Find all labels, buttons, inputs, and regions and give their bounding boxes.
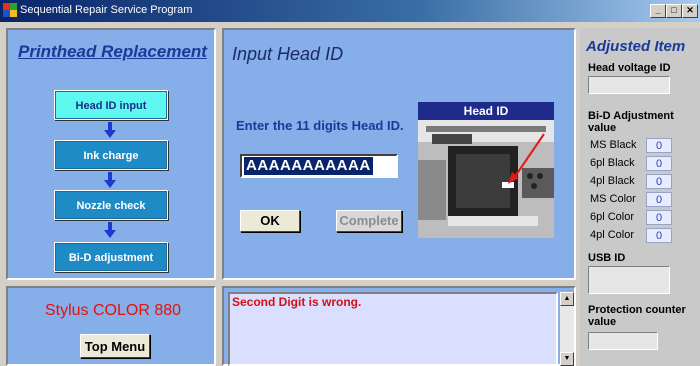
step-bi-d-adjustment: Bi-D adjustment <box>54 242 168 272</box>
procedure-panel: Printhead Replacement Head ID input Ink … <box>6 28 216 280</box>
window-title: Sequential Repair Service Program <box>20 4 193 16</box>
adjusted-item-heading: Adjusted Item <box>586 38 686 55</box>
step-ink-charge: Ink charge <box>54 140 168 170</box>
protection-counter-field <box>588 332 658 350</box>
scroll-down-icon[interactable]: ▼ <box>560 352 574 366</box>
down-arrow-icon <box>104 222 116 238</box>
procedure-heading: Printhead Replacement <box>18 42 207 61</box>
head-id-photo: Head ID <box>418 102 554 238</box>
down-arrow-icon <box>104 172 116 188</box>
down-arrow-icon <box>104 122 116 138</box>
head-voltage-field <box>588 76 670 94</box>
adjusted-item-panel: Adjusted Item Head voltage ID Bi-D Adjus… <box>580 28 700 366</box>
message-panel: Second Digit is wrong. ▲ ▼ <box>222 286 576 366</box>
close-button[interactable]: ✕ <box>682 4 698 18</box>
bi-d-row-4pl-black: 4pl Black 0 <box>590 174 694 190</box>
step-nozzle-check: Nozzle check <box>54 190 168 220</box>
error-message: Second Digit is wrong. <box>232 295 362 309</box>
input-heading: Input Head ID <box>232 44 344 64</box>
printer-model: Stylus COLOR 880 <box>44 302 182 319</box>
app-icon <box>3 3 17 17</box>
usb-id-label: USB ID <box>588 252 626 264</box>
bi-d-row-6pl-black: 6pl Black 0 <box>590 156 694 172</box>
model-panel: Stylus COLOR 880 Top Menu <box>6 286 216 366</box>
bi-d-adjustment-label: Bi-D Adjustment value <box>588 110 674 134</box>
head-id-value: AAAAAAAAAAA <box>244 157 373 175</box>
protection-counter-label: Protection counter value <box>588 304 686 328</box>
input-panel: Input Head ID Enter the 11 digits Head I… <box>222 28 576 280</box>
complete-button[interactable]: Complete <box>336 210 402 232</box>
top-menu-button[interactable]: Top Menu <box>80 334 150 358</box>
bi-d-row-ms-color: MS Color 0 <box>590 192 694 208</box>
title-bar: Sequential Repair Service Program _ □ ✕ <box>0 0 700 22</box>
scroll-up-icon[interactable]: ▲ <box>560 292 574 306</box>
message-area[interactable]: Second Digit is wrong. <box>228 292 558 366</box>
ok-button[interactable]: OK <box>240 210 300 232</box>
bi-d-row-ms-black: MS Black 0 <box>590 138 694 154</box>
printhead-image <box>418 120 554 238</box>
head-id-prompt: Enter the 11 digits Head ID. <box>236 118 404 133</box>
head-voltage-label: Head voltage ID <box>588 62 671 74</box>
head-id-input[interactable]: AAAAAAAAAAA <box>240 154 398 178</box>
bi-d-row-6pl-color: 6pl Color 0 <box>590 210 694 226</box>
photo-caption: Head ID <box>418 102 554 120</box>
step-head-id-input: Head ID input <box>54 90 168 120</box>
bi-d-row-4pl-color: 4pl Color 0 <box>590 228 694 244</box>
minimize-button[interactable]: _ <box>650 4 666 18</box>
maximize-button[interactable]: □ <box>666 4 682 18</box>
usb-id-field <box>588 266 670 294</box>
message-scrollbar[interactable]: ▲ ▼ <box>560 292 574 366</box>
